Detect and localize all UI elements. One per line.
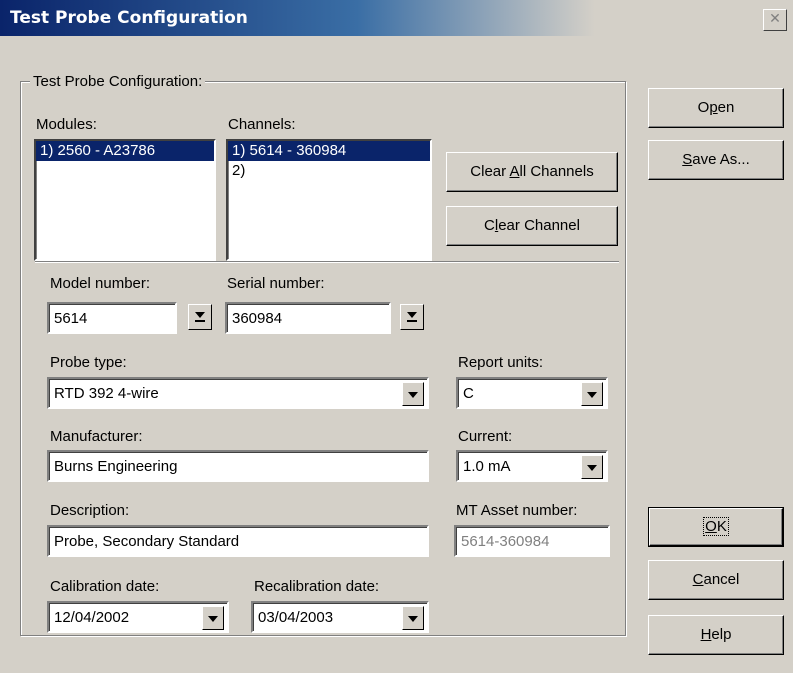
serial-number-lookup-button[interactable] [400, 304, 424, 330]
group-legend: Test Probe Configuration: [30, 73, 206, 90]
close-button[interactable]: ✕ [763, 9, 787, 31]
button-label: ll Channels [519, 163, 594, 180]
model-number-lookup-button[interactable] [188, 304, 212, 330]
channels-label: Channels: [228, 116, 296, 133]
help-button[interactable]: Help [648, 615, 784, 655]
mnemonic: O [705, 518, 717, 535]
modules-listbox[interactable]: 1) 2560 - A23786 [34, 139, 216, 261]
calibration-date-picker[interactable]: 12/04/2002 [47, 601, 229, 633]
channels-listbox[interactable]: 1) 5614 - 360984 2) [226, 139, 432, 261]
report-units-select[interactable]: C [456, 377, 608, 409]
mnemonic: S [682, 151, 693, 168]
mnemonic: A [509, 163, 520, 180]
clear-all-channels-button[interactable]: Clear All Channels [446, 152, 618, 192]
manufacturer-input[interactable]: Burns Engineering [47, 450, 429, 482]
ok-button[interactable]: OK [648, 507, 784, 547]
button-label: elp [711, 626, 732, 643]
button-label: C [484, 217, 495, 234]
report-units-value: C [463, 385, 474, 402]
chevron-down-icon[interactable] [581, 455, 603, 479]
probe-type-select[interactable]: RTD 392 4-wire [47, 377, 429, 409]
recalibration-date-picker[interactable]: 03/04/2003 [251, 601, 429, 633]
description-input[interactable]: Probe, Secondary Standard [47, 525, 429, 557]
button-label: Clear [470, 163, 510, 180]
button-label: ear Channel [498, 217, 580, 234]
open-button[interactable]: Open [648, 88, 784, 128]
button-label: ave As... [692, 151, 750, 168]
chevron-down-icon[interactable] [402, 382, 424, 406]
manufacturer-label: Manufacturer: [50, 428, 143, 445]
current-select[interactable]: 1.0 mA [456, 450, 608, 482]
asset-number-input: 5614-360984 [454, 525, 610, 557]
title-bar: Test Probe Configuration ✕ [0, 0, 793, 36]
chevron-down-icon[interactable] [581, 382, 603, 406]
model-number-input[interactable]: 5614 [47, 302, 177, 334]
mnemonic: C [692, 571, 704, 588]
model-number-label: Model number: [50, 275, 151, 292]
chevron-down-icon[interactable] [402, 606, 424, 630]
list-item[interactable]: 2) [228, 161, 430, 181]
probe-type-value: RTD 392 4-wire [54, 385, 159, 402]
modules-label: Modules: [36, 116, 97, 133]
close-icon: ✕ [769, 11, 781, 27]
mnemonic: p [709, 99, 718, 116]
button-label: K [716, 518, 727, 535]
separator [35, 261, 619, 263]
probe-type-label: Probe type: [50, 354, 127, 371]
report-units-label: Report units: [458, 354, 544, 371]
window-title: Test Probe Configuration [10, 8, 248, 28]
button-label: O [697, 99, 710, 116]
chevron-down-icon[interactable] [202, 606, 224, 630]
recalibration-date-value: 03/04/2003 [258, 609, 334, 626]
serial-number-input[interactable]: 360984 [225, 302, 391, 334]
focus-rect: OK [703, 517, 729, 536]
mnemonic: H [700, 626, 712, 643]
button-label: en [717, 99, 735, 116]
serial-number-label: Serial number: [227, 275, 325, 292]
list-item[interactable]: 1) 5614 - 360984 [228, 141, 430, 161]
asset-number-label: MT Asset number: [456, 502, 578, 519]
current-value: 1.0 mA [463, 458, 511, 475]
list-item[interactable]: 1) 2560 - A23786 [36, 141, 214, 161]
save-as-button[interactable]: Save As... [648, 140, 784, 180]
cancel-button[interactable]: Cancel [648, 560, 784, 600]
calibration-date-label: Calibration date: [50, 578, 160, 595]
button-label: ancel [703, 571, 740, 588]
current-label: Current: [458, 428, 513, 445]
recalibration-date-label: Recalibration date: [254, 578, 380, 595]
calibration-date-value: 12/04/2002 [54, 609, 130, 626]
description-label: Description: [50, 502, 130, 519]
clear-channel-button[interactable]: Clear Channel [446, 206, 618, 246]
